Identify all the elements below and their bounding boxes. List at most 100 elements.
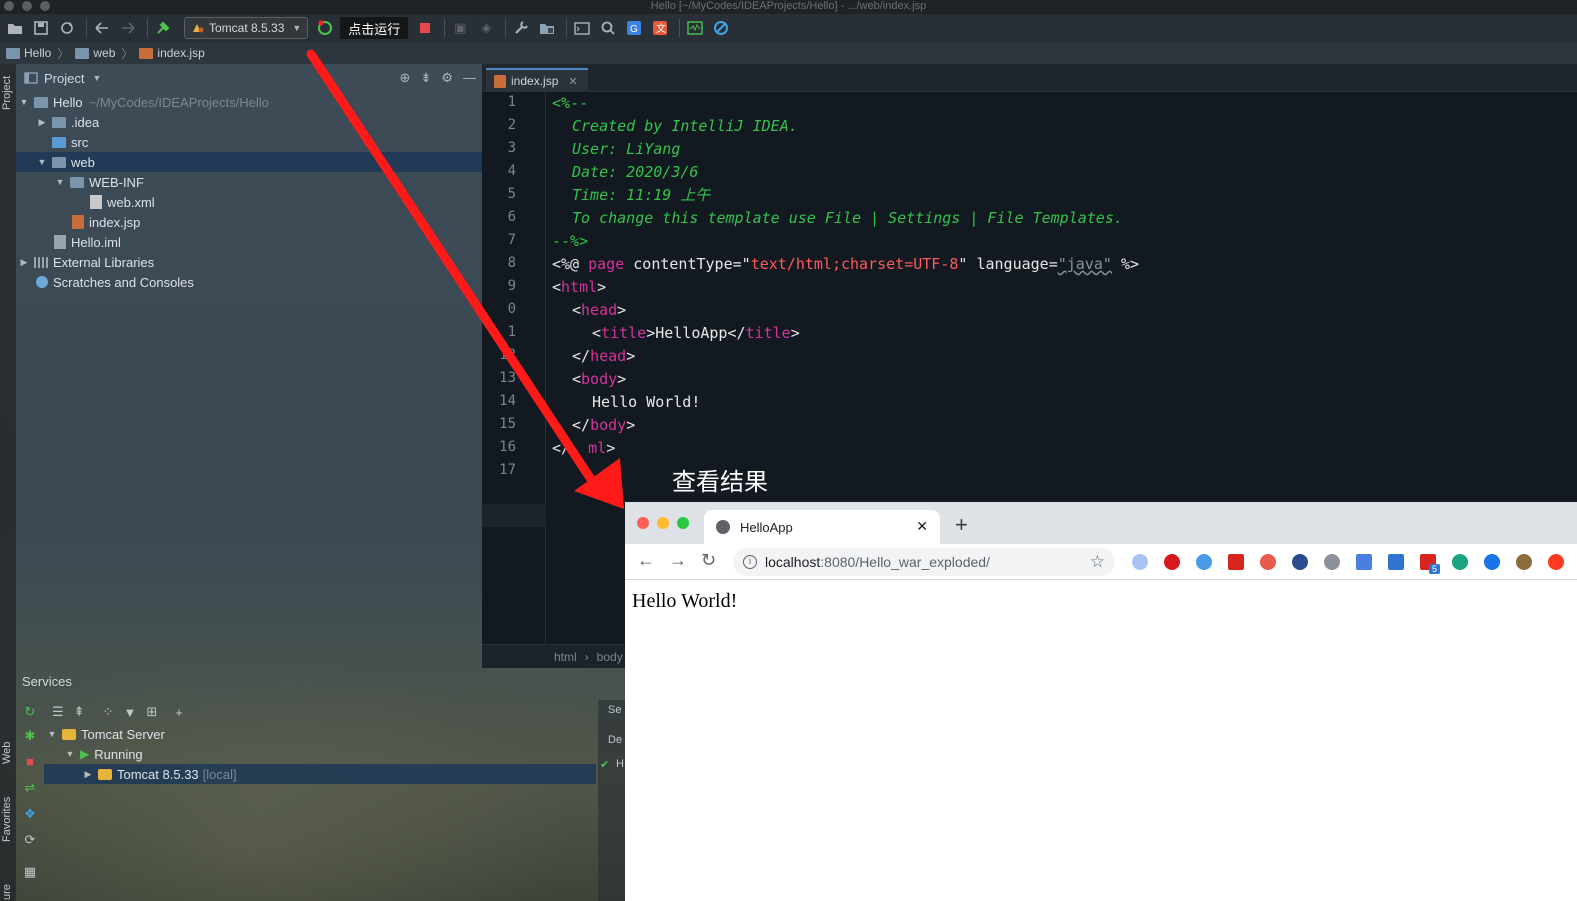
site-info-icon[interactable]: i bbox=[743, 555, 757, 569]
reload-icon[interactable]: ↻ bbox=[701, 550, 716, 571]
extension-icon[interactable] bbox=[1516, 554, 1532, 570]
artifacts-icon[interactable]: ❖ bbox=[22, 806, 38, 822]
web-tool-tab[interactable]: Web bbox=[1, 742, 13, 764]
project-panel-title[interactable]: Project bbox=[44, 71, 84, 86]
expanded-arrow-icon[interactable]: ▼ bbox=[18, 97, 30, 107]
translate-alt-icon[interactable]: 文 bbox=[649, 17, 671, 39]
locate-icon[interactable]: ⊕ bbox=[400, 70, 411, 86]
service-item-tomcat-server[interactable]: ▼ Tomcat Server bbox=[44, 724, 596, 744]
services-detail-tab[interactable]: Se bbox=[608, 704, 621, 716]
new-service-icon[interactable]: ⊞ bbox=[146, 704, 157, 720]
translate-icon[interactable] bbox=[1356, 554, 1372, 570]
project-structure-icon[interactable] bbox=[536, 17, 558, 39]
browser-zoom-dot[interactable] bbox=[677, 517, 689, 529]
project-tool-tab[interactable]: Project bbox=[1, 76, 13, 110]
tree-item-src[interactable]: src bbox=[16, 132, 482, 152]
extension-icon[interactable] bbox=[1292, 554, 1308, 570]
expanded-arrow-icon[interactable]: ▼ bbox=[64, 749, 76, 759]
browser-minimize-dot[interactable] bbox=[657, 517, 669, 529]
tree-item-scratches[interactable]: Scratches and Consoles bbox=[16, 272, 482, 292]
no-entry-icon[interactable] bbox=[710, 17, 732, 39]
run-configuration-select[interactable]: Tomcat 8.5.33 ▼ bbox=[184, 17, 309, 39]
tree-item-external-libraries[interactable]: ▶ External Libraries bbox=[16, 252, 482, 272]
expanded-arrow-icon[interactable]: ▼ bbox=[36, 157, 48, 167]
activity-monitor-icon[interactable] bbox=[684, 17, 706, 39]
save-icon[interactable] bbox=[30, 17, 52, 39]
tree-item-web[interactable]: ▼ web bbox=[16, 152, 482, 172]
extension-icon[interactable] bbox=[1452, 554, 1468, 570]
profile-icon[interactable]: ◈ bbox=[475, 17, 497, 39]
extension-icon[interactable] bbox=[1260, 554, 1276, 570]
debug-icon[interactable]: ✱ bbox=[22, 728, 38, 744]
add-icon[interactable]: + bbox=[175, 705, 183, 720]
expand-all-icon[interactable]: ☰ bbox=[52, 704, 64, 720]
forward-arrow-icon[interactable] bbox=[117, 17, 139, 39]
structure-tool-tab[interactable]: ure bbox=[1, 884, 13, 900]
build-hammer-icon[interactable] bbox=[152, 17, 174, 39]
stop-icon[interactable]: ■ bbox=[22, 754, 38, 770]
coverage-icon[interactable]: ▣ bbox=[449, 17, 471, 39]
tree-item-index-jsp[interactable]: index.jsp bbox=[16, 212, 482, 232]
extension-icon[interactable] bbox=[1484, 554, 1500, 570]
editor-crumb[interactable]: body bbox=[597, 650, 623, 664]
breadcrumb-item-hello[interactable]: Hello bbox=[6, 46, 51, 60]
browser-close-dot[interactable] bbox=[637, 517, 649, 529]
run-icon[interactable] bbox=[314, 17, 336, 39]
collapse-all-icon[interactable]: ⇟ bbox=[420, 70, 431, 86]
collapsed-arrow-icon[interactable]: ▶ bbox=[82, 769, 94, 780]
stop-icon[interactable] bbox=[414, 17, 436, 39]
extension-icon[interactable] bbox=[1324, 554, 1340, 570]
breadcrumb-item-index-jsp[interactable]: index.jsp bbox=[139, 46, 205, 60]
extension-icon[interactable] bbox=[1228, 554, 1244, 570]
tree-item-web-xml[interactable]: web.xml bbox=[16, 192, 482, 212]
rerun-icon[interactable]: ↻ bbox=[22, 704, 38, 720]
extension-icon[interactable] bbox=[1196, 554, 1212, 570]
collapse-all-icon[interactable]: ⇞ bbox=[74, 704, 85, 720]
deploy-icon[interactable]: ⇌ bbox=[22, 780, 38, 796]
collapsed-arrow-icon[interactable]: ▶ bbox=[36, 117, 48, 128]
title-bar: Hello [~/MyCodes/IDEAProjects/Hello] - .… bbox=[0, 0, 1577, 14]
tree-item-web-inf[interactable]: ▼ WEB-INF bbox=[16, 172, 482, 192]
collapsed-arrow-icon[interactable]: ▶ bbox=[18, 257, 30, 268]
layout-icon[interactable]: ▦ bbox=[22, 864, 38, 880]
services-detail-tab[interactable]: De bbox=[608, 734, 622, 746]
back-arrow-icon[interactable]: ← bbox=[637, 550, 655, 571]
filter-icon[interactable]: ▼ bbox=[123, 705, 136, 720]
tree-item-hello[interactable]: ▼ Hello ~/MyCodes/IDEAProjects/Hello bbox=[16, 92, 482, 112]
gear-icon[interactable]: ⚙ bbox=[441, 70, 453, 86]
address-bar[interactable]: i localhost:8080/Hello_war_exploded/ ☆ bbox=[733, 548, 1115, 576]
breadcrumb-item-web[interactable]: web bbox=[75, 46, 115, 60]
editor-tab-index-jsp[interactable]: index.jsp ✕ bbox=[486, 68, 588, 92]
chevron-down-icon[interactable]: ▼ bbox=[92, 73, 101, 83]
adblock-icon[interactable] bbox=[1164, 554, 1180, 570]
expanded-arrow-icon[interactable]: ▼ bbox=[54, 177, 66, 187]
sync-icon[interactable] bbox=[56, 17, 78, 39]
extension-icon[interactable] bbox=[1132, 554, 1148, 570]
bookmark-star-icon[interactable]: ☆ bbox=[1090, 552, 1105, 572]
service-item-tomcat-instance[interactable]: ▶ Tomcat 8.5.33 [local] bbox=[44, 764, 596, 784]
tree-item-hello-iml[interactable]: Hello.iml bbox=[16, 232, 482, 252]
back-arrow-icon[interactable] bbox=[91, 17, 113, 39]
service-item-running[interactable]: ▼ ▶ Running bbox=[44, 744, 596, 764]
favorites-tool-tab[interactable]: Favorites bbox=[1, 797, 13, 842]
line-number: 9 bbox=[507, 278, 516, 294]
open-folder-icon[interactable] bbox=[4, 17, 26, 39]
services-detail-tab[interactable]: H bbox=[616, 758, 624, 770]
wrench-icon[interactable] bbox=[510, 17, 532, 39]
forward-arrow-icon[interactable]: → bbox=[669, 550, 687, 571]
search-icon[interactable] bbox=[597, 17, 619, 39]
new-tab-button[interactable]: + bbox=[955, 512, 968, 538]
group-by-icon[interactable]: ⁘ bbox=[103, 704, 114, 720]
close-tab-icon[interactable]: ✕ bbox=[916, 518, 928, 535]
editor-crumb[interactable]: html bbox=[554, 650, 577, 664]
close-tab-icon[interactable]: ✕ bbox=[568, 75, 577, 88]
translate-icon[interactable]: G bbox=[623, 17, 645, 39]
extension-icon[interactable] bbox=[1388, 554, 1404, 570]
browser-tab-helloapp[interactable]: HelloApp ✕ bbox=[704, 510, 940, 544]
refresh-icon[interactable]: ⟳ bbox=[22, 832, 38, 848]
expanded-arrow-icon[interactable]: ▼ bbox=[46, 729, 58, 739]
hide-panel-icon[interactable]: — bbox=[463, 70, 476, 86]
extension-icon[interactable] bbox=[1548, 554, 1564, 570]
terminal-icon[interactable] bbox=[571, 17, 593, 39]
tree-item-idea[interactable]: ▶ .idea bbox=[16, 112, 482, 132]
